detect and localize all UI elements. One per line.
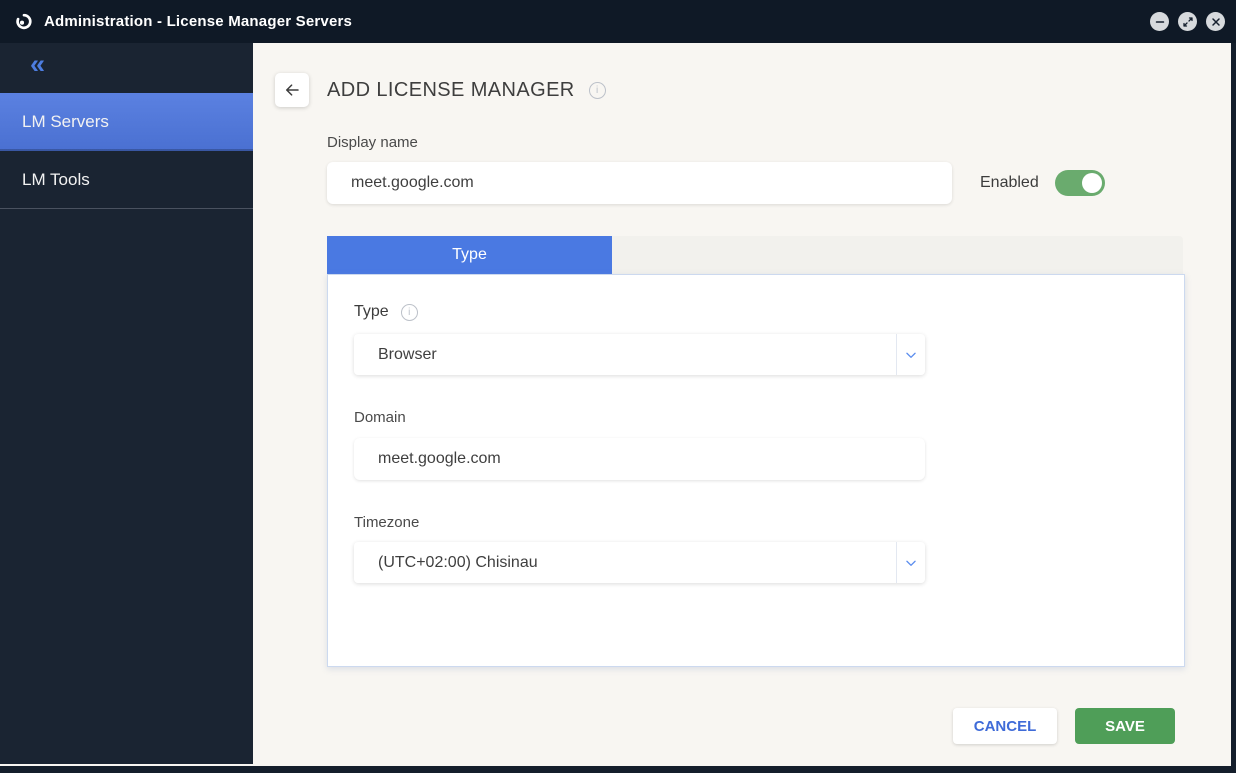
sidebar-collapse-button[interactable]: « [30, 51, 45, 78]
app-logo-icon [14, 12, 34, 31]
enabled-row: Enabled [980, 162, 1105, 204]
type-info-icon[interactable]: i [400, 303, 418, 321]
tab-type[interactable]: Type [327, 236, 612, 274]
domain-label: Domain [354, 409, 406, 426]
form-panel: Type i Browser Domain Timezone (UTC+02:0… [327, 274, 1185, 667]
timezone-select-value: (UTC+02:00) Chisinau [378, 553, 538, 571]
timezone-select[interactable]: (UTC+02:00) Chisinau [354, 542, 925, 583]
collapse-chevrons-icon: « [30, 49, 46, 79]
save-button[interactable]: SAVE [1075, 708, 1175, 744]
window-body: « LM Servers LM Tools ADD LICENSE MANAGE… [0, 43, 1231, 766]
maximize-icon [1182, 16, 1193, 27]
toggle-knob [1081, 173, 1102, 193]
sidebar: « LM Servers LM Tools [0, 43, 253, 764]
cancel-button[interactable]: CANCEL [953, 708, 1057, 744]
window-controls [1150, 12, 1225, 31]
page-header: ADD LICENSE MANAGER i [327, 73, 606, 107]
enabled-label: Enabled [980, 174, 1039, 191]
type-label-row: Type i [354, 303, 418, 321]
app-window: Administration - License Manager Servers [0, 0, 1236, 773]
sidebar-item-label: LM Tools [22, 169, 90, 189]
title-bar: Administration - License Manager Servers [0, 0, 1236, 43]
type-select[interactable]: Browser [354, 334, 925, 375]
close-button[interactable] [1206, 12, 1225, 31]
timezone-label: Timezone [354, 514, 420, 531]
window-title: Administration - License Manager Servers [44, 13, 353, 30]
sidebar-item-label: LM Servers [22, 112, 109, 131]
type-label: Type [354, 303, 389, 320]
chevron-down-icon [896, 542, 925, 583]
domain-input[interactable] [354, 438, 925, 480]
chevron-down-icon [896, 334, 925, 375]
maximize-button[interactable] [1178, 12, 1197, 31]
display-name-label: Display name [327, 134, 418, 151]
type-select-value: Browser [378, 345, 437, 363]
close-icon [1211, 17, 1220, 26]
minimize-icon [1155, 20, 1164, 23]
tab-label: Type [452, 246, 487, 263]
page-title: ADD LICENSE MANAGER [327, 78, 575, 101]
sidebar-item-lm-tools[interactable]: LM Tools [0, 151, 253, 209]
page-info-icon[interactable]: i [588, 81, 606, 99]
minimize-button[interactable] [1150, 12, 1169, 31]
enabled-toggle[interactable] [1054, 170, 1105, 196]
tab-strip: Type [327, 236, 1183, 274]
display-name-input[interactable] [327, 162, 952, 204]
back-button[interactable] [275, 73, 309, 107]
main-content: ADD LICENSE MANAGER i Display name Enabl… [253, 43, 1231, 766]
sidebar-item-lm-servers[interactable]: LM Servers [0, 93, 253, 151]
back-arrow-icon [286, 84, 299, 96]
